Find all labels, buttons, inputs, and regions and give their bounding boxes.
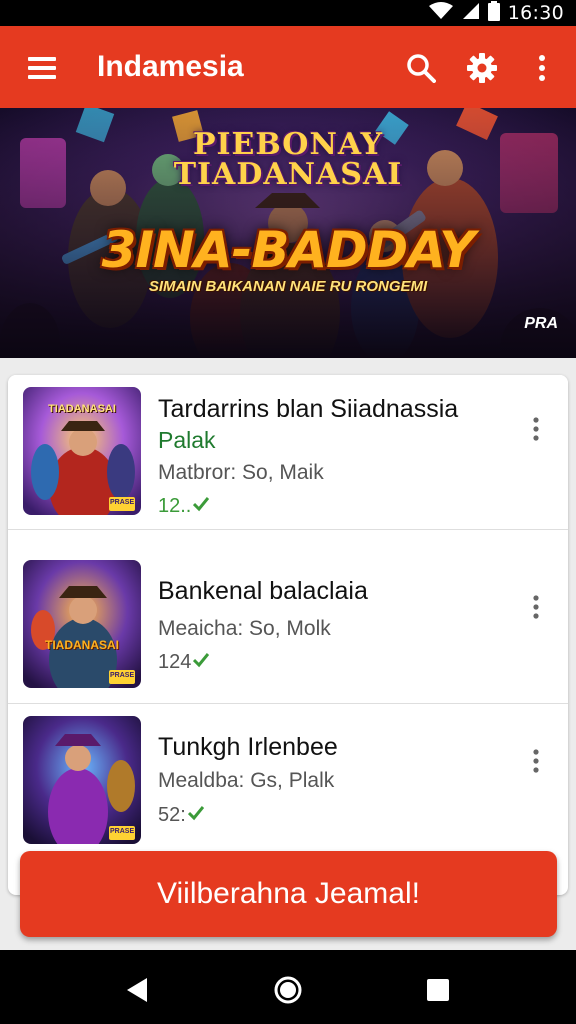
- status-icons: 16:30: [428, 0, 564, 26]
- promo-banner[interactable]: PIEBONAY TIADANASAI 3INA-BADDAY SIMAIN B…: [0, 108, 576, 358]
- game-thumbnail: TIADANASAI PRASE: [23, 387, 141, 515]
- banner-title-line2: TIADANASAI: [173, 157, 403, 192]
- item-meta: Matbror: So, Maik: [158, 461, 324, 484]
- item-rating: 12..: [158, 495, 210, 518]
- more-vert-icon[interactable]: [520, 409, 552, 449]
- status-time: 16:30: [507, 2, 564, 24]
- wifi-icon: [428, 1, 454, 25]
- nav-bar: [0, 950, 576, 1024]
- banner-headline: 3INA-BADDAY: [0, 224, 576, 276]
- item-title: Tunkgh Irlenbee: [158, 733, 338, 761]
- item-subtitle: Palak: [158, 427, 216, 453]
- banner-title-line1: PIEBONAY: [192, 127, 384, 162]
- item-rating: 124: [158, 651, 210, 674]
- list-item[interactable]: TIADANASAI PRASE Tardarrins blan Siiadna…: [8, 375, 568, 530]
- more-vert-icon[interactable]: [520, 587, 552, 627]
- check-icon: [193, 495, 210, 518]
- back-icon[interactable]: [117, 970, 157, 1010]
- thumb-badge: PRASE: [110, 672, 135, 679]
- cta-label: Viilberahna Jeamal!: [157, 877, 420, 910]
- rating-value: 52:: [158, 804, 186, 826]
- gear-icon[interactable]: [460, 46, 504, 90]
- cta-button[interactable]: Viilberahna Jeamal!: [20, 851, 557, 937]
- check-icon: [193, 651, 210, 674]
- item-meta: Mealdba: Gs, Plalk: [158, 769, 335, 792]
- check-icon: [187, 804, 204, 827]
- thumb-badge: PRASE: [110, 499, 135, 506]
- status-bar: 16:30: [0, 0, 576, 26]
- item-meta: Meaicha: So, Molk: [158, 617, 331, 640]
- rating-value: 12..: [158, 495, 192, 517]
- more-vert-icon[interactable]: [520, 741, 552, 781]
- recents-icon[interactable]: [418, 970, 458, 1010]
- item-title: Tardarrins blan Siiadnassia: [158, 395, 459, 423]
- signal-icon: [462, 2, 480, 25]
- home-icon[interactable]: [268, 970, 308, 1010]
- more-vert-icon[interactable]: [520, 46, 564, 90]
- menu-icon[interactable]: [22, 48, 62, 88]
- banner-subtitle: SIMAIN BAIKANAN NAIE RU RONGEMI: [0, 278, 576, 296]
- item-title: Bankenal balaclaia: [158, 577, 368, 605]
- item-rating: 52:: [158, 804, 204, 827]
- banner-badge: PRA: [524, 315, 558, 332]
- rating-value: 124: [158, 651, 192, 673]
- game-thumbnail: PRASE: [23, 716, 141, 844]
- banner-subtitle-text: SIMAIN BAIKANAN NAIE RU RONGEMI: [148, 278, 428, 295]
- thumb-title: TIADANASAI: [45, 638, 119, 652]
- app-bar: Indamesia: [0, 26, 576, 108]
- thumb-title: TIADANASAI: [48, 403, 116, 415]
- banner-title: PIEBONAY TIADANASAI: [0, 130, 576, 190]
- search-icon[interactable]: [399, 46, 443, 90]
- thumb-badge: PRASE: [110, 828, 135, 835]
- battery-icon: [487, 0, 500, 26]
- app-title: Indamesia: [97, 50, 244, 83]
- game-list: TIADANASAI PRASE Tardarrins blan Siiadna…: [8, 375, 568, 895]
- game-thumbnail: TIADANASAI PRASE: [23, 560, 141, 688]
- list-item[interactable]: TIADANASAI PRASE Bankenal balaclaia Meai…: [8, 549, 568, 704]
- banner-headline-text: 3INA-BADDAY: [101, 221, 476, 279]
- list-item[interactable]: PRASE Tunkgh Irlenbee Mealdba: Gs, Plalk…: [8, 705, 568, 860]
